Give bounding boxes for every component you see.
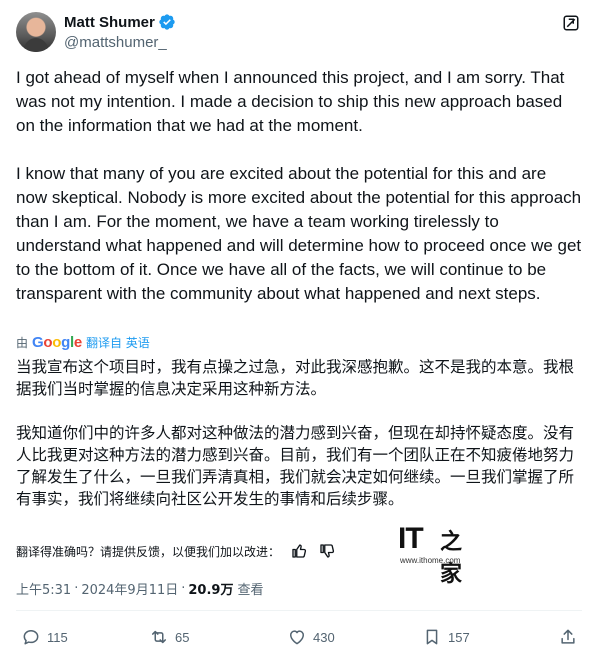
tweet-date[interactable]: 2024年9月11日 bbox=[81, 579, 178, 598]
google-logo: Google bbox=[32, 333, 82, 351]
tweet-meta: 上午5:31 · 2024年9月11日 · 20.9万 查看 bbox=[16, 578, 263, 598]
tweet-time[interactable]: 上午5:31 bbox=[16, 579, 71, 598]
tweet-text: I got ahead of myself when I announced t… bbox=[16, 66, 582, 306]
translation-attribution: 由 Google 翻译自 英语 bbox=[16, 332, 150, 352]
thumbs-up-icon[interactable] bbox=[290, 542, 308, 560]
tweet-paragraph: I know that many of you are excited abou… bbox=[16, 164, 586, 303]
translated-by-label: 由 bbox=[16, 335, 29, 350]
grok-icon[interactable] bbox=[562, 14, 580, 32]
views-label: 查看 bbox=[237, 582, 264, 598]
view-count[interactable]: 20.9万 bbox=[188, 579, 233, 598]
thumbs-down-icon[interactable] bbox=[318, 542, 336, 560]
tweet-paragraph: I got ahead of myself when I announced t… bbox=[16, 68, 570, 135]
reply-count: 115 bbox=[47, 629, 68, 645]
bookmark-count: 157 bbox=[448, 629, 470, 645]
reply-icon bbox=[23, 630, 39, 645]
translated-from-link[interactable]: 翻译自 英语 bbox=[86, 334, 150, 351]
translated-text: 当我宣布这个项目时，我有点操之过急，对此我深感抱歉。这不是我的本意。我根据我们当… bbox=[16, 356, 582, 510]
reply-button[interactable]: 115 bbox=[21, 625, 68, 649]
divider bbox=[16, 610, 582, 611]
like-icon bbox=[290, 630, 304, 645]
translated-paragraph: 我知道你们中的许多人都对这种做法的潜力感到兴奋，但现在却持怀疑态度。没有人比我更… bbox=[16, 424, 575, 508]
retweet-button[interactable]: 65 bbox=[149, 625, 189, 649]
avatar[interactable] bbox=[16, 12, 56, 52]
like-button[interactable]: 430 bbox=[287, 625, 335, 649]
translation-feedback: 翻译得准确吗？请提供反馈，以便我们加以改进： bbox=[16, 540, 582, 562]
retweet-count: 65 bbox=[175, 629, 190, 645]
bookmark-button[interactable]: 157 bbox=[422, 625, 470, 649]
share-icon bbox=[561, 629, 575, 644]
action-bar: 115 65 430 157 bbox=[16, 625, 582, 649]
retweet-icon bbox=[152, 630, 166, 644]
like-count: 430 bbox=[313, 629, 335, 645]
share-button[interactable] bbox=[558, 625, 584, 649]
meta-separator: · bbox=[74, 580, 79, 596]
verified-badge-icon bbox=[159, 14, 175, 30]
author-block: Matt Shumer @mattshumer_ bbox=[64, 12, 176, 51]
feedback-prompt: 翻译得准确吗？请提供反馈，以便我们加以改进： bbox=[16, 544, 281, 559]
author-handle[interactable]: @mattshumer_ bbox=[64, 34, 176, 51]
tweet-header: Matt Shumer @mattshumer_ bbox=[16, 12, 582, 56]
author-display-name[interactable]: Matt Shumer bbox=[64, 14, 155, 31]
meta-separator: · bbox=[181, 580, 186, 596]
name-row: Matt Shumer bbox=[64, 12, 176, 32]
translated-paragraph: 当我宣布这个项目时，我有点操之过急，对此我深感抱歉。这不是我的本意。我根据我们当… bbox=[16, 358, 575, 398]
bookmark-icon bbox=[426, 629, 438, 645]
